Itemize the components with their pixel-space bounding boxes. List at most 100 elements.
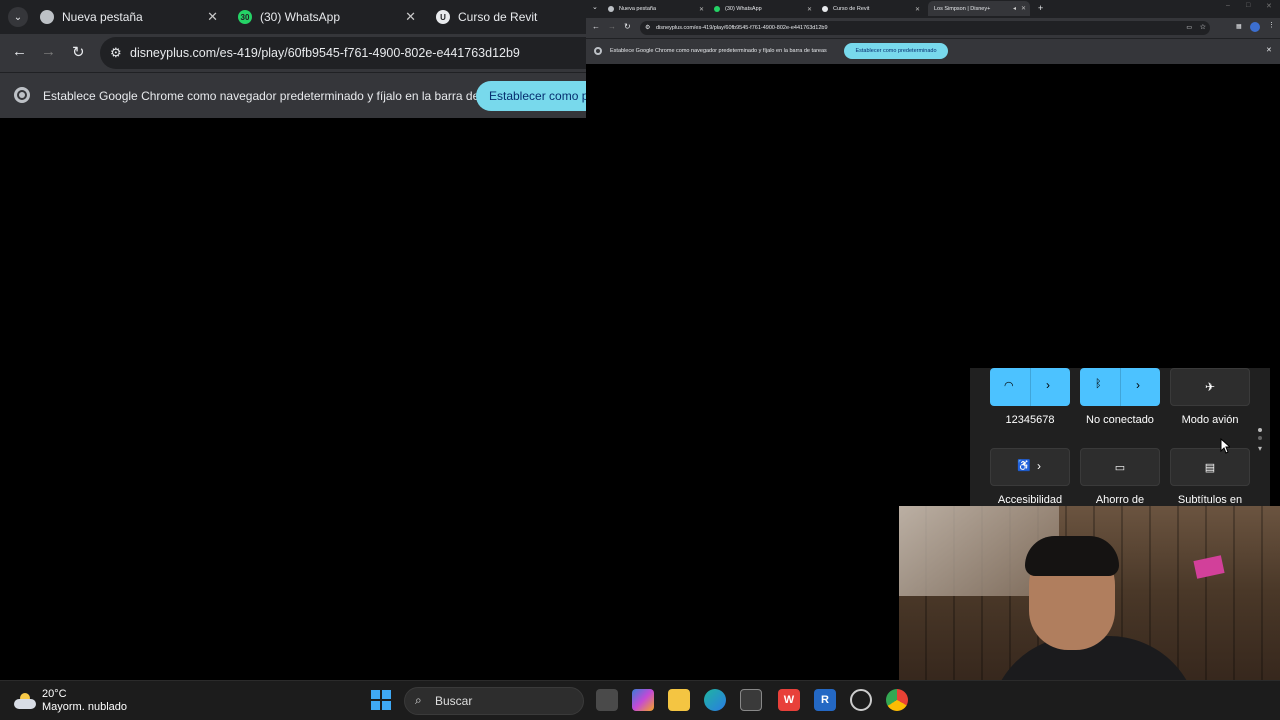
back-icon[interactable]: ←	[12, 43, 27, 60]
taskbar-search[interactable]: ⌕ Buscar	[404, 687, 584, 715]
wps-office-icon[interactable]: W	[778, 689, 800, 711]
live-captions-label: Subtítulos en	[1177, 494, 1243, 506]
settings-gear-icon[interactable]	[850, 689, 872, 711]
profile-avatar[interactable]	[1250, 22, 1260, 32]
close-infobar-icon[interactable]: ✕	[1266, 46, 1272, 54]
search-placeholder: Buscar	[435, 694, 473, 708]
tab-search-button[interactable]: ⌄	[592, 3, 598, 11]
battery-saver-icon: ▭	[1114, 461, 1126, 474]
browser-toolbar: ← → ↻ ⚙ disneyplus.com/es-419/play/60fb9…	[0, 34, 586, 72]
reload-icon[interactable]: ↻	[72, 43, 85, 61]
windows-taskbar: 20°C Mayorm. nublado ⌕ Buscar W R	[0, 680, 1280, 720]
temperature: 20°C	[42, 688, 67, 700]
close-tab-icon[interactable]: ✕	[405, 9, 416, 25]
udemy-icon	[822, 6, 828, 12]
url-text: disneyplus.com/es-419/play/60fb9545-f761…	[656, 25, 828, 31]
tab-label: (30) WhatsApp	[260, 10, 341, 24]
tab-whatsapp[interactable]: (30) WhatsApp ✕	[714, 3, 812, 15]
tab-nueva-pestana[interactable]: Nueva pestaña ✕	[608, 3, 704, 15]
task-view-icon[interactable]	[596, 689, 618, 711]
close-tab-icon[interactable]: ✕	[915, 6, 920, 13]
chrome-taskbar-icon[interactable]	[886, 689, 908, 711]
reload-icon[interactable]: ↻	[624, 22, 631, 31]
chevron-right-icon[interactable]: ›	[1037, 459, 1041, 473]
tab-label: Nueva pestaña	[619, 6, 656, 12]
airplane-icon: ✈	[1204, 380, 1216, 394]
infobar-message: Establece Google Chrome como navegador p…	[610, 48, 827, 54]
close-tab-icon[interactable]: ✕	[807, 6, 812, 13]
window-close-icon[interactable]: ✕	[1266, 2, 1272, 10]
close-tab-icon[interactable]: ✕	[699, 6, 704, 13]
edge-icon[interactable]	[704, 689, 726, 711]
close-tab-icon[interactable]: ✕	[207, 9, 218, 25]
copilot-icon[interactable]	[632, 689, 654, 711]
chevron-right-icon[interactable]: ›	[1136, 378, 1140, 392]
forward-icon[interactable]: →	[41, 43, 56, 60]
airplane-mode-tile[interactable]: ✈	[1170, 368, 1250, 406]
default-browser-infobar: Establece Google Chrome como navegador p…	[586, 38, 1280, 64]
search-icon: ⌕	[415, 693, 422, 707]
battery-saver-tile[interactable]: ▭	[1080, 448, 1160, 486]
set-default-button-label: Establecer como pre	[489, 89, 586, 103]
new-tab-icon[interactable]: +	[1038, 3, 1043, 13]
wifi-icon: ◠	[1004, 380, 1014, 392]
wifi-tile[interactable]: ◠ ›	[990, 368, 1070, 406]
page-indicator[interactable]: ▾	[1256, 428, 1264, 453]
address-bar[interactable]: ⚙ disneyplus.com/es-419/play/60fb9545-f7…	[100, 37, 586, 69]
microsoft-store-icon[interactable]	[740, 689, 762, 711]
chrome-logo-icon	[14, 87, 30, 103]
bluetooth-label: No conectado	[1086, 414, 1154, 426]
live-captions-tile[interactable]: ▤	[1170, 448, 1250, 486]
cast-icon[interactable]: ▭	[1186, 24, 1192, 31]
zoomed-browser-window: ⌄ Nueva pestaña ✕ 30 (30) WhatsApp ✕ U C…	[0, 0, 586, 680]
back-icon[interactable]: ←	[592, 22, 600, 31]
start-button[interactable]	[371, 690, 391, 710]
accessibility-label: Accesibilidad	[997, 494, 1063, 506]
tab-label: Los Simpson | Disney+	[934, 5, 991, 12]
minimize-icon[interactable]: –	[1226, 2, 1230, 9]
speaker-icon[interactable]: ◂	[1013, 5, 1016, 12]
tab-whatsapp[interactable]: 30 (30) WhatsApp ✕	[238, 0, 418, 34]
tab-label: Nueva pestaña	[62, 10, 143, 24]
tab-label: (30) WhatsApp	[725, 6, 762, 12]
airplane-mode-label: Modo avión	[1181, 414, 1239, 426]
tab-curso-revit[interactable]: Curso de Revit ✕	[822, 3, 920, 15]
accessibility-tile[interactable]: ♿ ›	[990, 448, 1070, 486]
whatsapp-icon	[714, 6, 720, 12]
tab-curso-revit[interactable]: U Curso de Revit	[436, 0, 586, 34]
tab-search-button[interactable]: ⌄	[8, 7, 28, 27]
accessibility-icon: ♿	[1017, 460, 1031, 472]
weather-widget[interactable]: 20°C Mayorm. nublado	[14, 688, 127, 714]
mouse-cursor-icon	[1220, 438, 1230, 454]
bluetooth-icon: ᛒ	[1095, 378, 1102, 390]
browser-toolbar: ← → ↻ ⚙ disneyplus.com/es-419/play/60fb9…	[586, 18, 1280, 38]
tab-label: Curso de Revit	[458, 10, 538, 24]
maximize-icon[interactable]: □	[1246, 2, 1250, 9]
set-default-button[interactable]: Establecer como pre	[476, 81, 586, 111]
bookmark-star-icon[interactable]: ☆	[1200, 23, 1206, 31]
weather-condition: Mayorm. nublado	[42, 701, 127, 713]
revit-icon[interactable]: R	[814, 689, 836, 711]
bluetooth-tile[interactable]: ᛒ ›	[1080, 368, 1160, 406]
default-browser-infobar: Establece Google Chrome como navegador p…	[0, 72, 586, 118]
chevron-right-icon[interactable]: ›	[1046, 378, 1050, 392]
tab-strip: ⌄ Nueva pestaña ✕ 30 (30) WhatsApp ✕ U C…	[0, 0, 586, 34]
close-tab-icon[interactable]: ✕	[1021, 5, 1026, 12]
url-text: disneyplus.com/es-419/play/60fb9545-f761…	[130, 46, 520, 60]
forward-icon[interactable]: →	[608, 22, 616, 31]
person-hair	[1025, 536, 1119, 576]
address-bar[interactable]: ⚙ disneyplus.com/es-419/play/60fb9545-f7…	[640, 21, 1210, 35]
site-info-icon[interactable]: ⚙	[110, 45, 122, 61]
extensions-icon[interactable]: ▦	[1236, 23, 1242, 30]
chrome-logo-icon	[594, 47, 602, 55]
menu-icon[interactable]: ⋮	[1268, 21, 1275, 29]
file-explorer-icon[interactable]	[668, 689, 690, 711]
tab-label: Curso de Revit	[833, 6, 870, 12]
live-captions-icon: ▤	[1204, 461, 1216, 474]
set-default-button[interactable]: Establecer como predeterminado	[844, 43, 948, 59]
set-default-button-label: Establecer como predeterminado	[855, 48, 937, 54]
site-info-icon[interactable]: ⚙	[645, 24, 650, 31]
udemy-icon: U	[436, 10, 450, 24]
tab-nueva-pestana[interactable]: Nueva pestaña ✕	[40, 0, 220, 34]
tab-los-simpson[interactable]: Los Simpson | Disney+ ◂ ✕	[928, 1, 1030, 16]
